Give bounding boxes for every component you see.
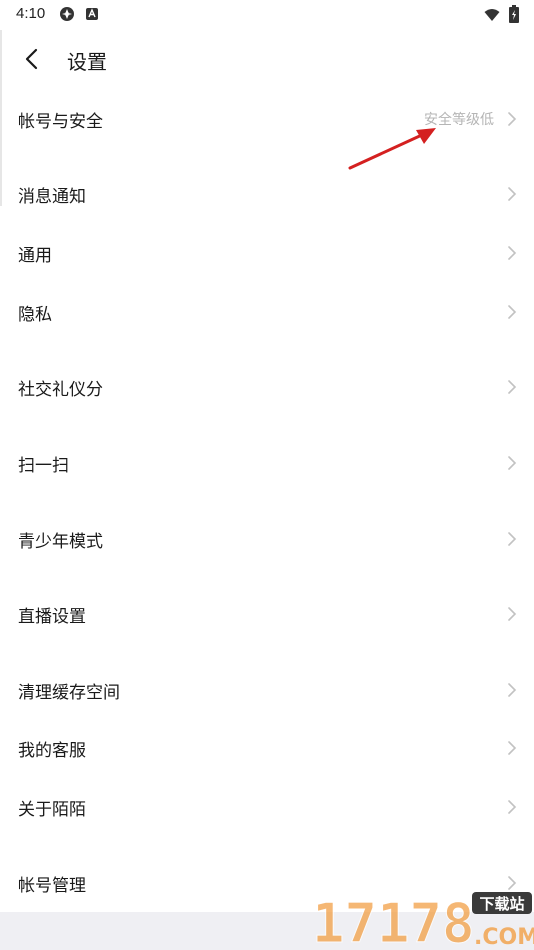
annotation-arrow-icon [348,128,436,170]
settings-item-social-etiquette[interactable]: 社交礼仪分 [0,362,534,412]
settings-item-teen-mode[interactable]: 青少年模式 [0,514,534,564]
chevron-right-icon [508,112,517,126]
chevron-right-icon [508,741,517,755]
status-time: 4:10 [16,5,46,22]
settings-item-account-security[interactable]: 帐号与安全 安全等级低 [0,94,534,144]
chevron-right-icon [508,456,517,470]
settings-item-label: 关于陌陌 [18,799,86,820]
chevron-right-icon [508,607,517,621]
watermark-tag: 下载站 [479,895,524,913]
settings-item-label: 通用 [18,245,52,266]
settings-item-about[interactable]: 关于陌陌 [0,782,534,832]
a-notification-icon [86,8,98,20]
chevron-right-icon [508,800,517,814]
wifi-icon [484,9,500,21]
back-arrow-icon [25,48,38,70]
app-notification-icon [60,7,74,21]
chevron-right-icon [508,683,517,697]
settings-item-clear-cache[interactable]: 清理缓存空间 [0,665,534,715]
chevron-right-icon [508,532,517,546]
settings-item-label: 隐私 [18,304,52,325]
chevron-right-icon [508,246,517,260]
settings-item-live-settings[interactable]: 直播设置 [0,589,534,639]
settings-item-label: 帐号管理 [18,875,86,896]
settings-item-customer-service[interactable]: 我的客服 [0,723,534,773]
settings-item-general[interactable]: 通用 [0,228,534,278]
settings-item-privacy[interactable]: 隐私 [0,287,534,337]
status-bar: 4:10 [0,0,534,28]
chevron-right-icon [508,305,517,319]
back-button[interactable] [14,42,48,76]
battery-charging-icon [509,5,519,23]
settings-item-label: 清理缓存空间 [18,682,120,703]
settings-item-label: 消息通知 [18,186,86,207]
page-title: 设置 [67,50,107,74]
settings-item-label: 青少年模式 [18,531,103,552]
settings-item-notifications[interactable]: 消息通知 [0,169,534,219]
chevron-right-icon [508,380,517,394]
chevron-right-icon [508,187,517,201]
watermark-logo: 17178 下载站 .COM [312,892,534,950]
settings-item-scan[interactable]: 扫一扫 [0,438,534,488]
settings-item-label: 扫一扫 [18,455,69,476]
watermark-number: 17178 [312,892,475,950]
settings-item-label: 社交礼仪分 [18,379,103,400]
settings-item-label: 直播设置 [18,606,86,627]
settings-item-label: 帐号与安全 [18,111,103,132]
settings-item-label: 我的客服 [18,740,86,761]
header: 设置 [0,30,534,88]
watermark-domain: .COM [474,925,534,950]
